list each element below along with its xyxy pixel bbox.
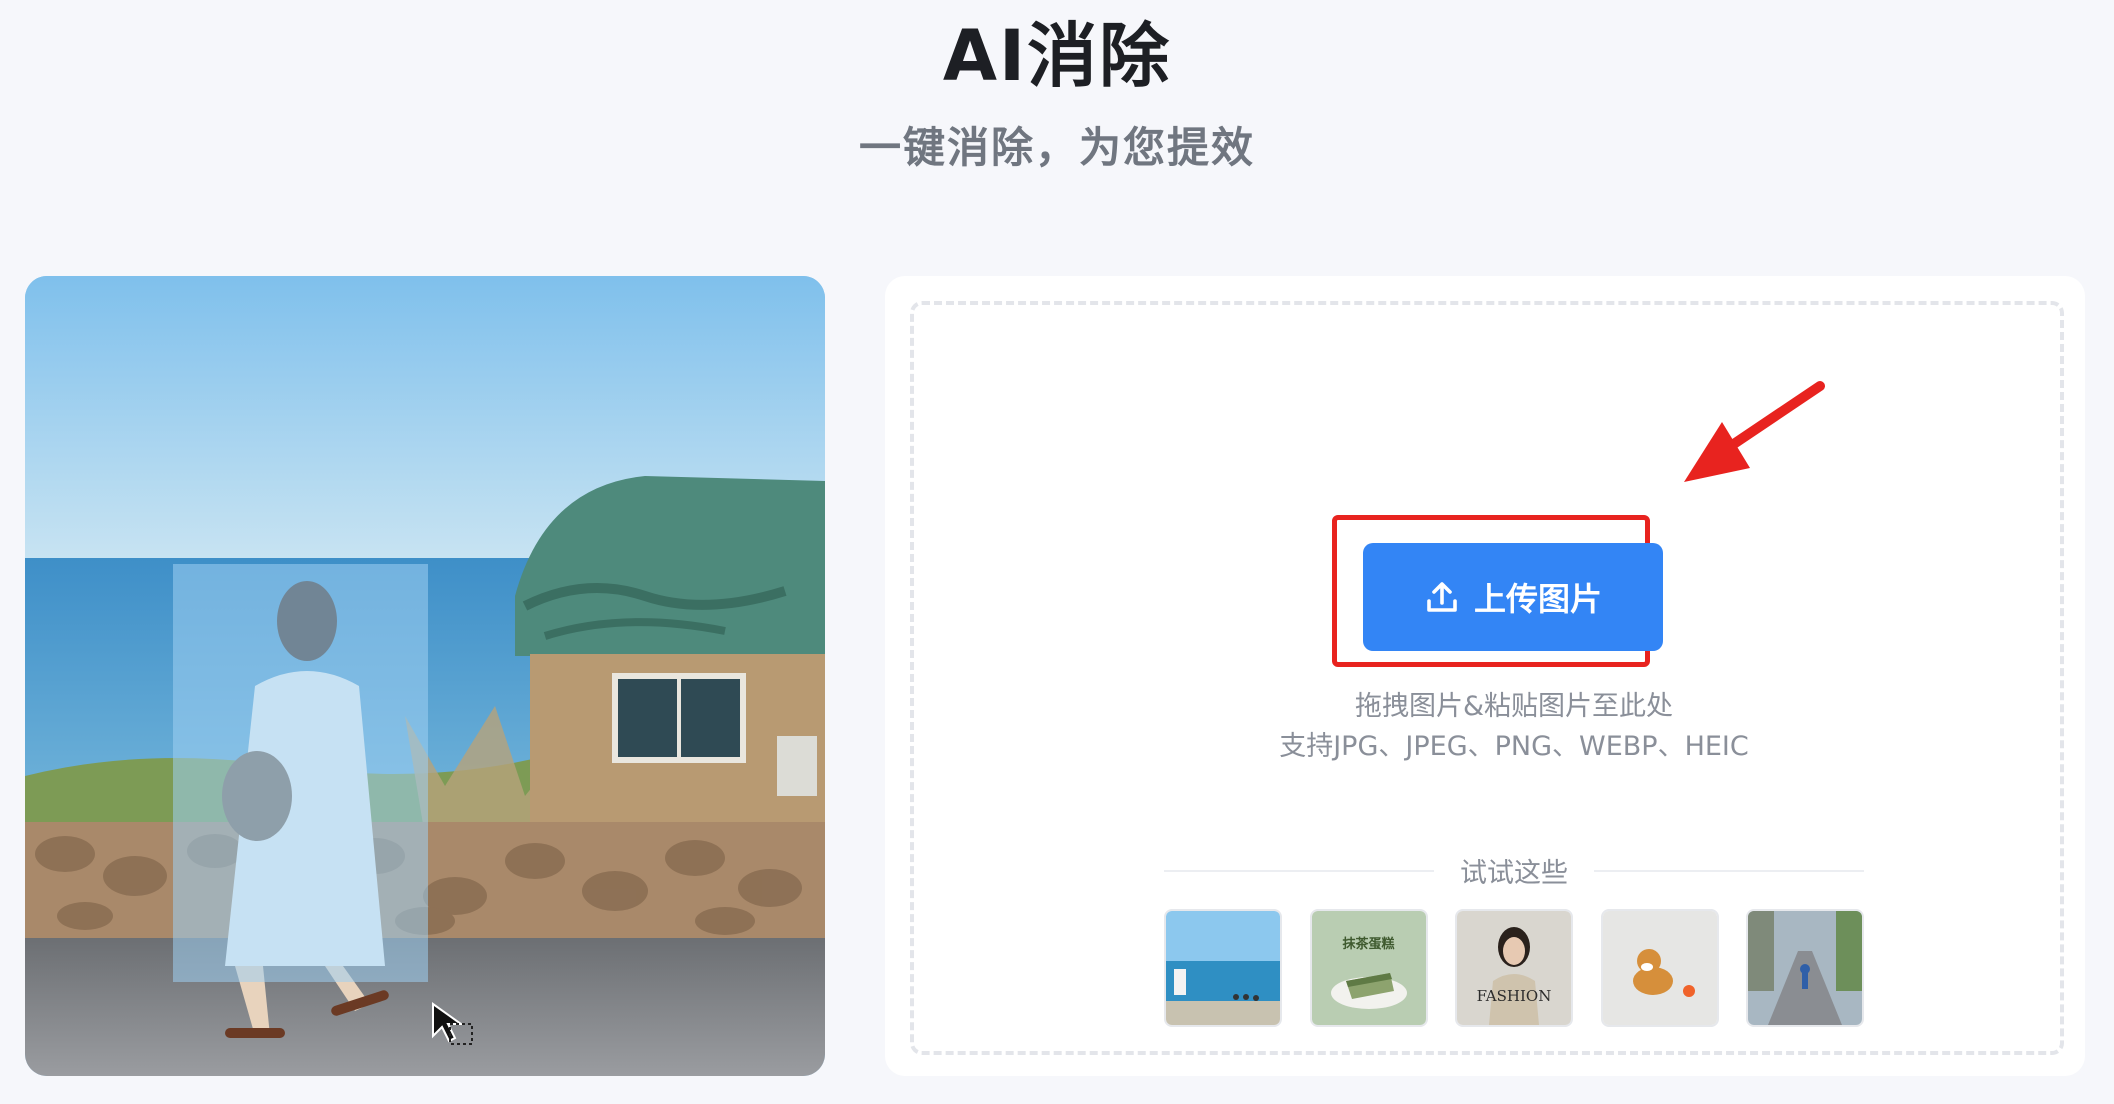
drag-hint: 拖拽图片&粘贴图片至此处: [1354, 691, 1674, 722]
demo-image: [25, 276, 825, 1076]
sample-thumb-beach[interactable]: [1164, 909, 1282, 1027]
upload-card: 上传图片 拖拽图片&粘贴图片至此处 支持JPG、JPEG、PNG、WEBP、HE…: [885, 276, 2085, 1076]
samples-divider: 试试这些: [1164, 851, 1864, 890]
sample-thumb-fashion[interactable]: FASHION: [1455, 909, 1573, 1027]
arrow-icon: [1684, 381, 1825, 482]
upload-icon: [1424, 579, 1460, 615]
divider-line: [1164, 869, 1434, 872]
sample-thumb-matcha-text: 抹茶蛋糕: [1342, 937, 1395, 952]
sample-thumb-street[interactable]: [1746, 909, 1864, 1027]
sample-thumbnails: 抹茶蛋糕 FASHION: [1164, 909, 1864, 1027]
samples-label: 试试这些: [1460, 858, 1568, 889]
divider-line: [1594, 869, 1864, 872]
page-subtitle: 一键消除，为您提效: [858, 123, 1255, 172]
upload-image-button[interactable]: 上传图片: [1363, 543, 1663, 651]
upload-dropzone[interactable]: 上传图片 拖拽图片&粘贴图片至此处 支持JPG、JPEG、PNG、WEBP、HE…: [910, 301, 2064, 1055]
format-hint: 支持JPG、JPEG、PNG、WEBP、HEIC: [1279, 731, 1749, 762]
upload-button-label: 上传图片: [1473, 580, 1602, 618]
page-title: AI消除: [942, 15, 1172, 97]
sample-thumb-dog[interactable]: [1600, 909, 1719, 1027]
sample-thumb-fashion-text: FASHION: [1476, 987, 1552, 1005]
sample-thumb-matcha-cake[interactable]: 抹茶蛋糕: [1309, 909, 1428, 1027]
